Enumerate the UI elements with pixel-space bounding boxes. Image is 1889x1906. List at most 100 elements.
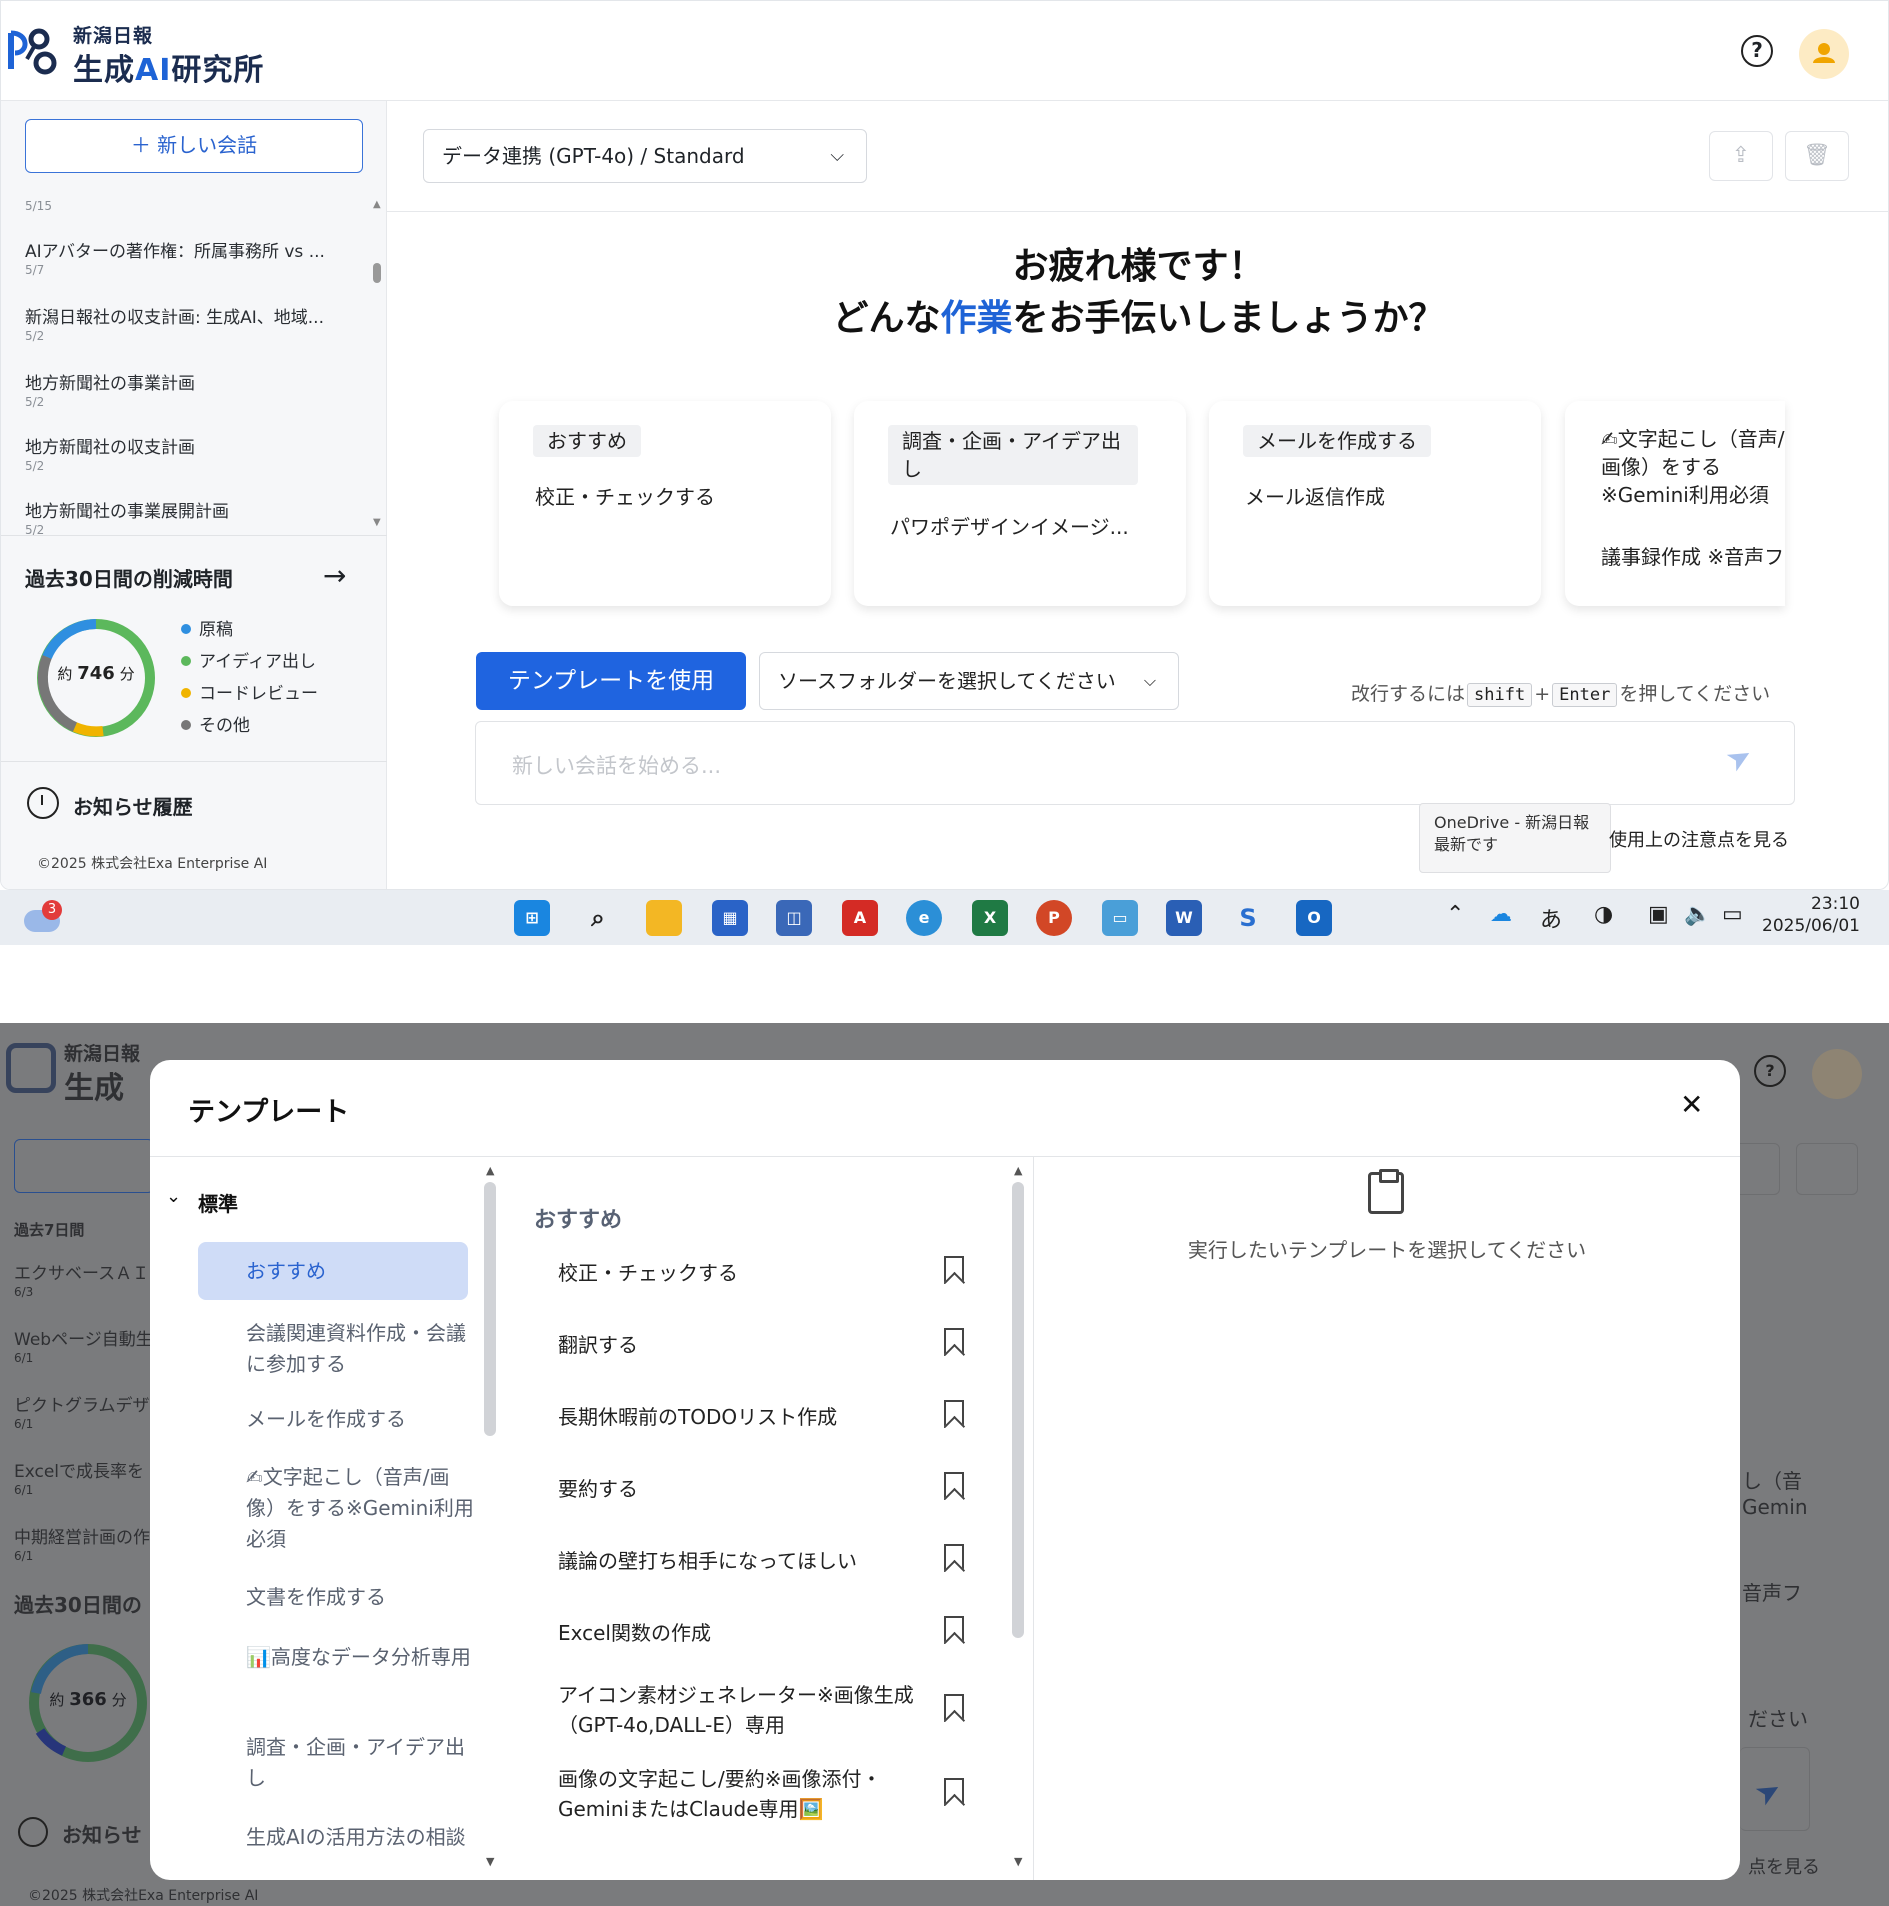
chevron-down-icon[interactable]: ⌄	[166, 1186, 181, 1207]
divider	[1, 761, 387, 762]
template-card[interactable]: ✍文字起こし（音声/画像）をする※Gemini利用必須 議事録作成 ※音声フ	[1565, 401, 1785, 606]
bookmark-icon[interactable]	[944, 1778, 964, 1806]
edge-icon[interactable]: e	[906, 900, 942, 936]
template-item[interactable]: アイコン素材ジェネレーター※画像生成（GPT-4o,DALL-E）専用	[558, 1680, 918, 1740]
search-icon[interactable]: ⌕	[580, 900, 616, 936]
folder-icon[interactable]	[646, 900, 682, 936]
category-item[interactable]: 生成AIの活用方法の相談	[246, 1822, 476, 1853]
scroll-down-icon[interactable]: ▼	[373, 517, 381, 528]
category-item[interactable]: 調査・企画・アイデア出し	[246, 1732, 476, 1794]
category-item[interactable]: おすすめ	[246, 1256, 476, 1287]
display-icon[interactable]: ▣	[1648, 902, 1669, 927]
copyright: ©2025 株式会社Exa Enterprise AI	[28, 1888, 259, 1904]
scroll-up-icon[interactable]: ▲	[486, 1164, 494, 1177]
template-list-scrollbar[interactable]	[1012, 1182, 1024, 1638]
clock-icon	[18, 1817, 48, 1847]
notice-history-link[interactable]: お知らせ履歴	[73, 791, 193, 820]
chevron-up-icon[interactable]: ⌃	[1446, 902, 1464, 927]
template-item[interactable]: 校正・チェックする	[558, 1258, 918, 1288]
scroll-down-icon[interactable]: ▼	[486, 1855, 494, 1868]
chat-input[interactable]: 新しい会話を始める...	[475, 721, 1795, 805]
category-scrollbar[interactable]	[484, 1182, 496, 1436]
help-icon[interactable]: ?	[1741, 35, 1773, 67]
close-icon[interactable]: ✕	[1680, 1088, 1703, 1121]
remote-icon[interactable]: ◫	[776, 900, 812, 936]
acrobat-icon[interactable]: A	[842, 900, 878, 936]
bookmark-icon[interactable]	[944, 1694, 964, 1722]
excel-icon[interactable]: X	[972, 900, 1008, 936]
modal-title: テンプレート	[188, 1097, 350, 1128]
weather-icon[interactable]: 3	[22, 900, 62, 936]
category-item[interactable]: 📊高度なデータ分析専用	[246, 1642, 476, 1673]
template-item[interactable]: 長期休暇前のTODOリスト作成	[558, 1402, 918, 1432]
category-item[interactable]: 会議関連資料作成・会議に参加する	[246, 1318, 476, 1380]
user-avatar[interactable]	[1799, 29, 1849, 79]
bookmark-icon[interactable]	[944, 1544, 964, 1572]
sync-icon[interactable]: S	[1230, 900, 1266, 936]
history-item[interactable]: 地方新聞社の事業展開計画	[25, 497, 229, 522]
outlook-icon[interactable]: O	[1296, 900, 1332, 936]
divider	[1033, 1156, 1034, 1880]
card-title: 議事録作成 ※音声フ	[1601, 545, 1785, 569]
bookmark-icon[interactable]	[944, 1472, 964, 1500]
powerpoint-icon[interactable]: P	[1036, 900, 1072, 936]
saving-total: 約 746 分	[57, 663, 135, 684]
bookmark-icon[interactable]	[944, 1328, 964, 1356]
history-item[interactable]: AIアバターの著作権：所属事務所 vs ...	[25, 237, 325, 262]
template-card[interactable]: メールを作成する メール返信作成	[1209, 401, 1541, 606]
focus-icon[interactable]: ◑	[1594, 902, 1613, 927]
word-icon[interactable]: W	[1166, 900, 1202, 936]
template-item[interactable]: 画像の文字起こし/要約※画像添付・GeminiまたはClaude専用🖼️	[558, 1764, 918, 1824]
start-icon[interactable]: ⊞	[514, 900, 550, 936]
card-category: 調査・企画・アイデア出し	[888, 425, 1138, 485]
category-item[interactable]: メールを作成する	[246, 1404, 476, 1435]
template-item[interactable]: 翻訳する	[558, 1330, 918, 1360]
template-item[interactable]: Excel関数の作成	[558, 1618, 918, 1648]
share-icon[interactable]: ⇪	[1709, 131, 1773, 181]
source-folder-select[interactable]: ソースフォルダーを選択してください ⌵	[759, 652, 1179, 710]
legend-dot	[181, 720, 191, 730]
history-date: 6/1	[14, 1417, 34, 1431]
history-item[interactable]: 新潟日報社の収支計画: 生成AI、地域...	[25, 303, 324, 328]
history-date: 5/2	[25, 329, 45, 343]
scroll-up-icon[interactable]: ▲	[373, 199, 381, 210]
empty-state-message: 実行したいテンプレートを選択してください	[1187, 1238, 1587, 1262]
bookmark-icon[interactable]	[944, 1400, 964, 1428]
template-card[interactable]: 調査・企画・アイデア出し パワポデザインイメージ...	[854, 401, 1186, 606]
sidebar: ＋ 新しい会話 5/15 ▲ AIアバターの著作権：所属事務所 vs ... 5…	[1, 101, 387, 889]
new-chat-button[interactable]: ＋ 新しい会話	[25, 119, 363, 173]
template-item[interactable]: 要約する	[558, 1474, 918, 1504]
copyright: ©2025 株式会社Exa Enterprise AI	[37, 856, 268, 872]
template-item[interactable]: 議論の壁打ち相手になってほしい	[558, 1546, 918, 1576]
trash-icon[interactable]: 🗑	[1785, 131, 1849, 181]
history-item: Excelで成長率を	[14, 1462, 145, 1482]
category-item[interactable]: ✍文字起こし（音声/画像）をする※Gemini利用必須	[246, 1462, 476, 1555]
ime-indicator[interactable]: あ	[1540, 902, 1562, 934]
card-title: 音声フ	[1742, 1581, 1802, 1605]
notice-history-link: お知らせ	[62, 1823, 142, 1847]
battery-icon[interactable]: ▭	[1722, 902, 1743, 927]
network-icon[interactable]: ▭	[1102, 900, 1138, 936]
history-item[interactable]: 地方新聞社の事業計画	[25, 369, 195, 394]
use-template-button[interactable]: テンプレートを使用	[476, 652, 746, 710]
bookmark-icon[interactable]	[944, 1616, 964, 1644]
clock-date[interactable]: 2025/06/01	[1762, 916, 1860, 936]
list-heading: おすすめ	[534, 1208, 623, 1233]
bookmark-icon[interactable]	[944, 1256, 964, 1284]
onedrive-icon[interactable]: ☁	[1490, 902, 1512, 927]
arrow-right-icon[interactable]: →	[323, 559, 346, 592]
model-select[interactable]: データ連携 (GPT-4o) / Standard ⌵	[423, 129, 867, 183]
category-item[interactable]: 文書を作成する	[246, 1582, 476, 1613]
divider	[1, 535, 387, 536]
volume-icon[interactable]: 🔈	[1684, 902, 1711, 927]
clock-time[interactable]: 23:10	[1770, 894, 1860, 914]
store-icon[interactable]: ▦	[712, 900, 748, 936]
template-card[interactable]: おすすめ 校正・チェックする	[499, 401, 831, 606]
scroll-up-icon[interactable]: ▲	[1014, 1164, 1022, 1177]
history-item[interactable]: 地方新聞社の収支計画	[25, 433, 195, 458]
history-date: 5/15	[25, 199, 52, 213]
history-scrollbar[interactable]	[373, 263, 381, 283]
category-group[interactable]: 標準	[198, 1188, 238, 1217]
scroll-down-icon[interactable]: ▼	[1014, 1855, 1022, 1868]
usage-notes-link[interactable]: 使用上の注意点を見る	[1609, 826, 1789, 852]
